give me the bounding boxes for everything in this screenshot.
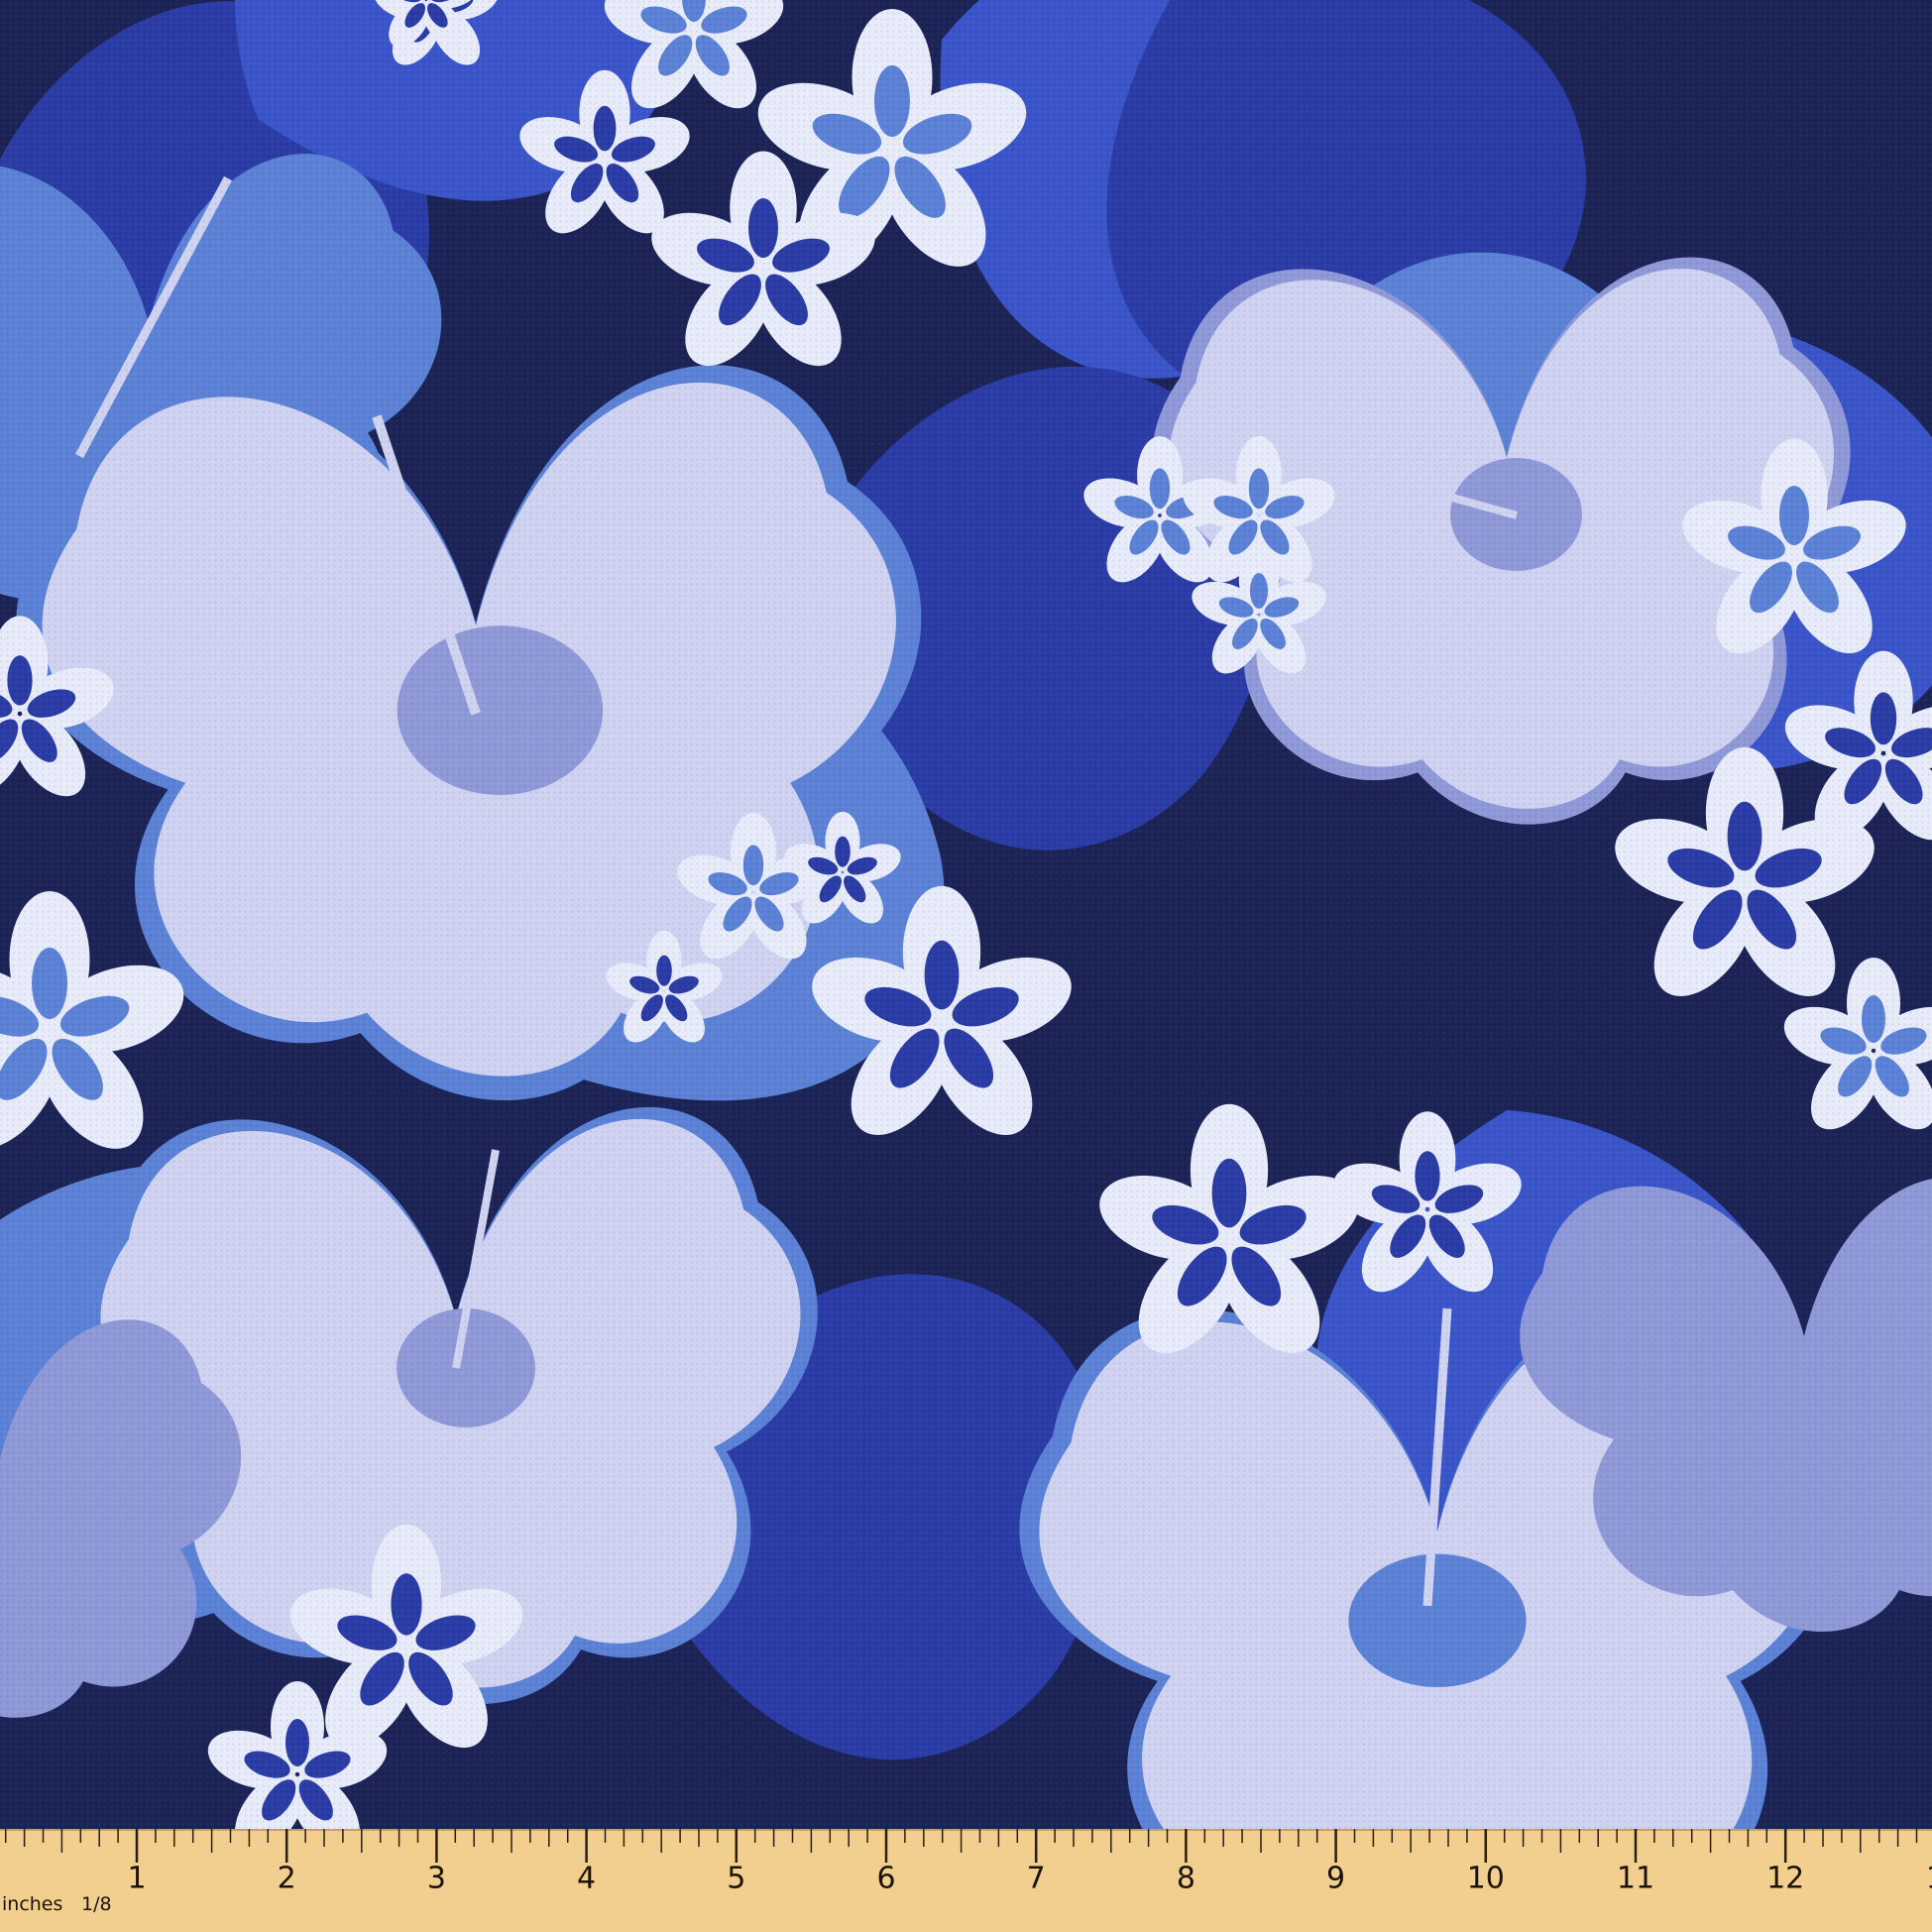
ruler-number: 12 <box>1766 1862 1804 1896</box>
ruler-fraction-label: 1/8 <box>81 1893 112 1915</box>
floral-fabric-swatch <box>0 0 1932 1829</box>
ruler-number: 8 <box>1177 1862 1195 1896</box>
ruler-number: 11 <box>1617 1862 1654 1896</box>
ruler-unit-label: inches <box>2 1893 62 1915</box>
ruler-number: 9 <box>1326 1862 1345 1896</box>
fabric-weave-texture <box>0 0 1932 1829</box>
ruler-number: 7 <box>1027 1862 1046 1896</box>
ruler-number: 6 <box>876 1862 895 1896</box>
ruler-number: 2 <box>278 1862 296 1896</box>
ruler-number: 3 <box>427 1862 446 1896</box>
ruler-number: 10 <box>1467 1862 1505 1896</box>
ruler-number: 1 <box>127 1862 146 1896</box>
ruler-number: 5 <box>727 1862 745 1896</box>
ruler-number: 1 <box>1926 1862 1932 1896</box>
measuring-ruler: 1234567891011121 inches 1/8 <box>0 1829 1932 1932</box>
ruler-number: 4 <box>577 1862 596 1896</box>
product-image: 1234567891011121 inches 1/8 <box>0 0 1932 1932</box>
